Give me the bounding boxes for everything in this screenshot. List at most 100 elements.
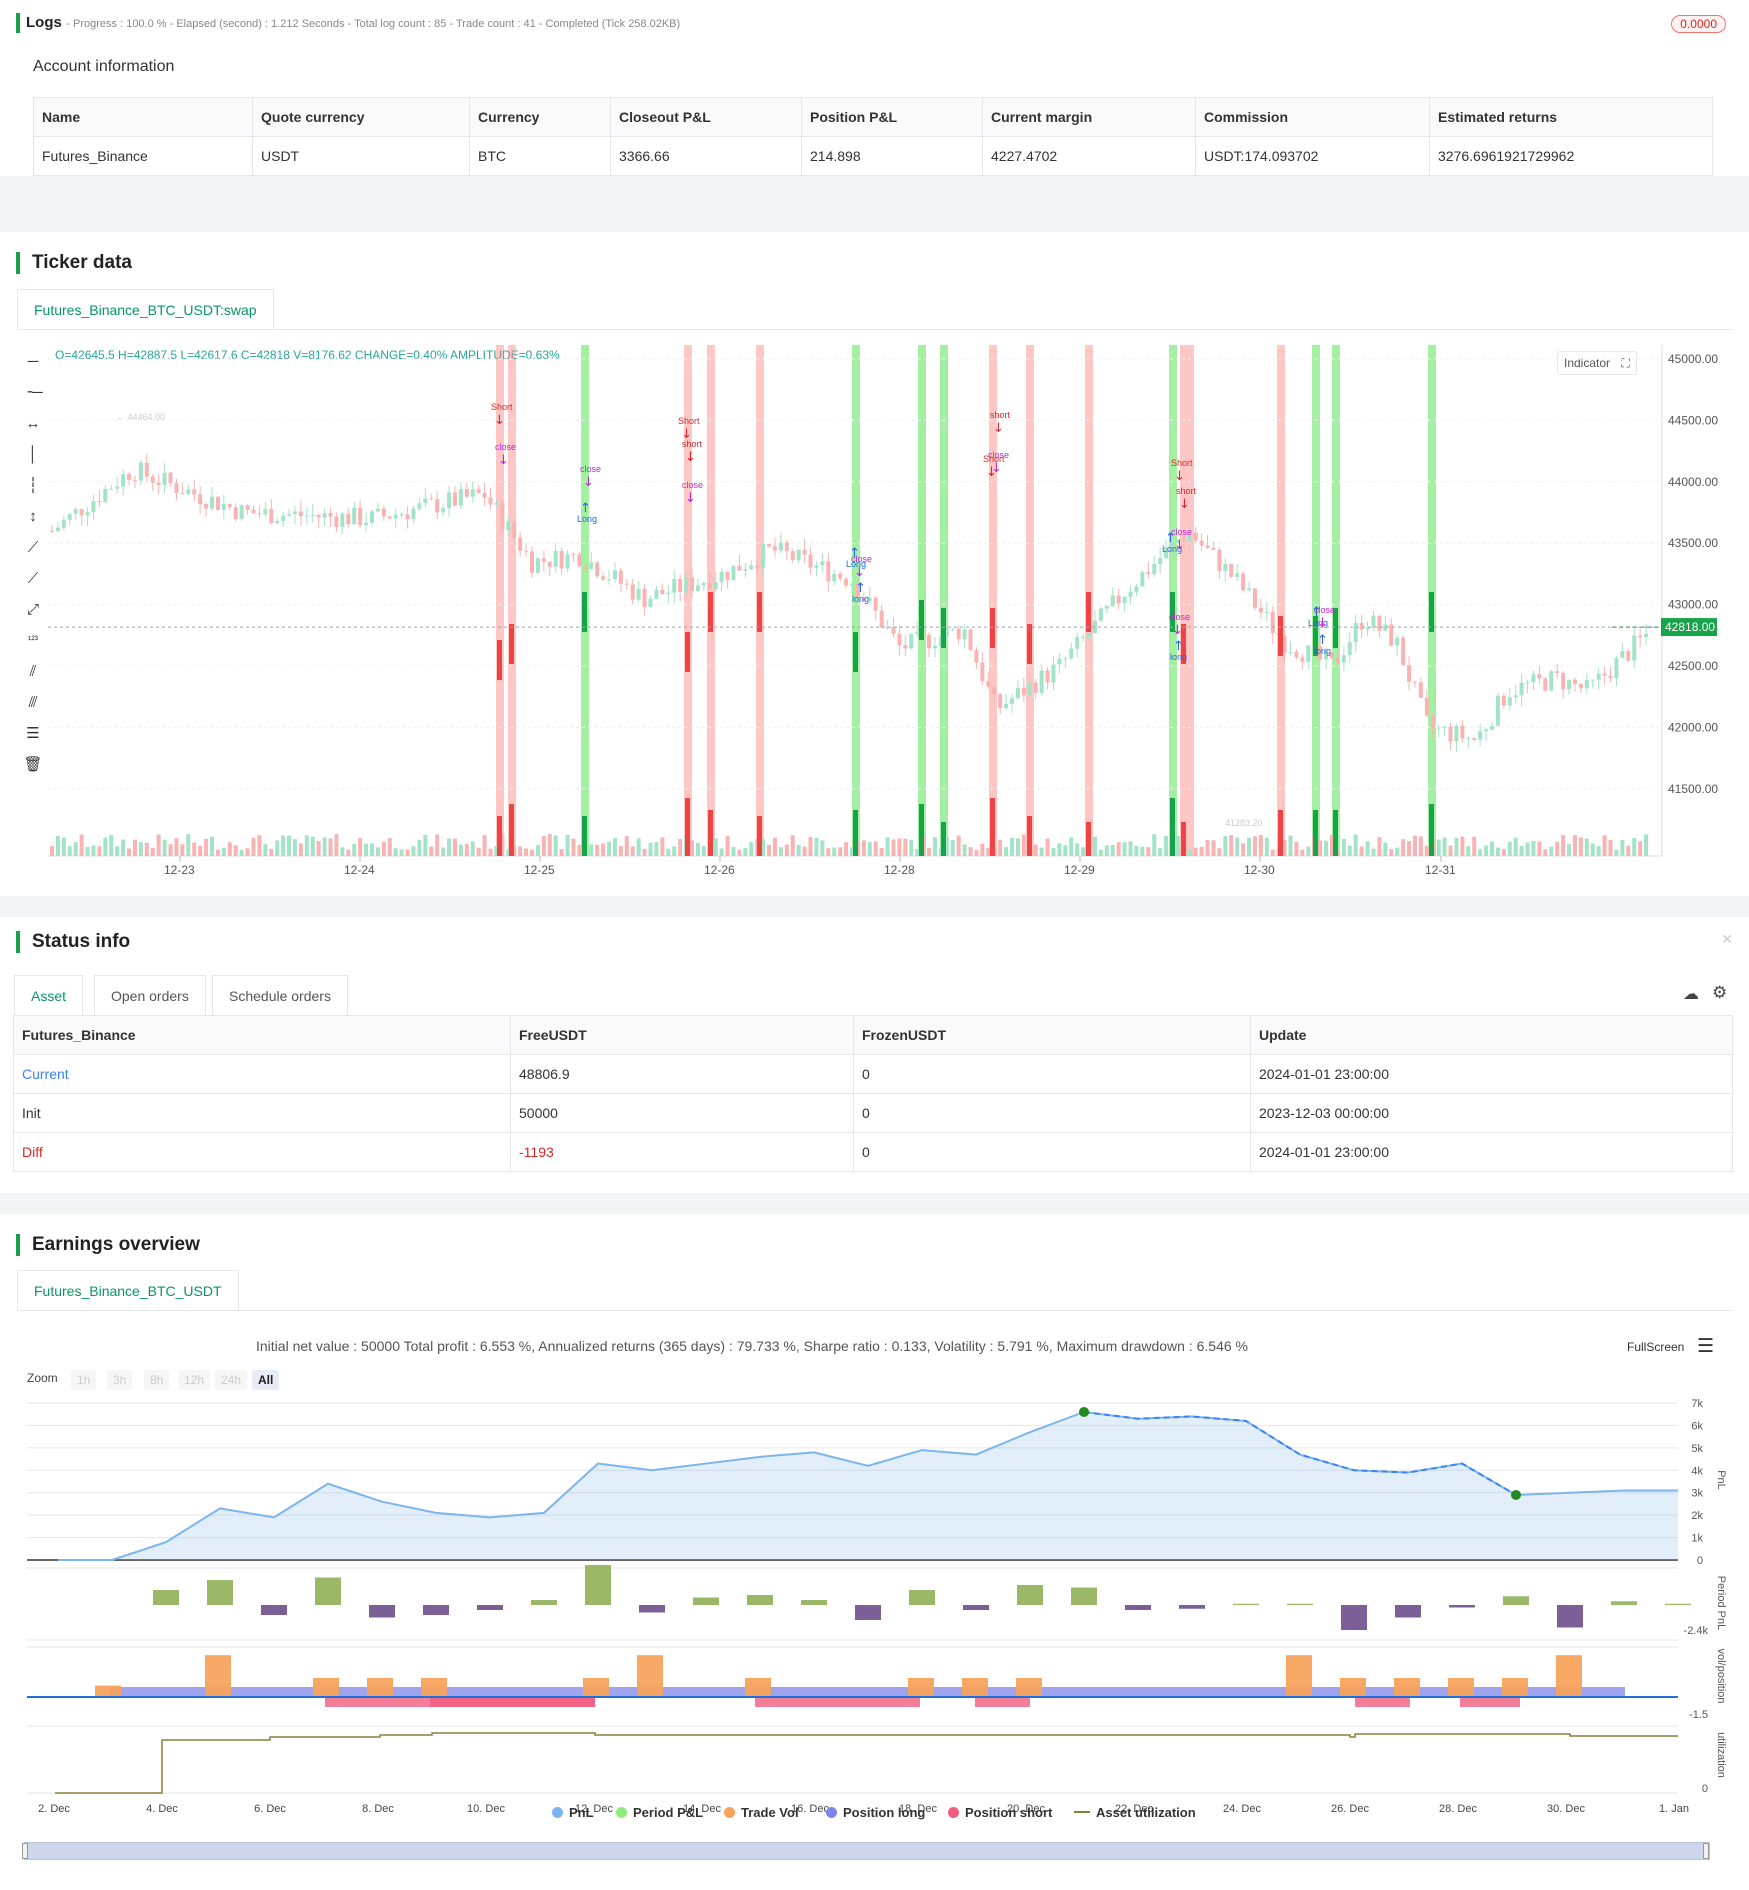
candle-body	[281, 515, 286, 522]
candle-body	[1602, 673, 1607, 676]
volume-bar	[1525, 842, 1530, 856]
volume-bar	[310, 836, 315, 856]
candle-body	[1158, 558, 1163, 564]
date-tick-label: 12-26	[704, 863, 735, 877]
candle-body	[1122, 596, 1127, 604]
navigator-bar[interactable]	[24, 1842, 1710, 1860]
candle-body	[399, 514, 404, 516]
ticker-section: Ticker data Futures_Binance_BTC_USDT:swa…	[0, 232, 1749, 896]
candle-body	[132, 479, 137, 481]
volume-bar	[1578, 837, 1583, 856]
candle-body	[1140, 572, 1145, 587]
signal-candle	[1027, 624, 1032, 664]
row-label-diff: Diff	[13, 1132, 511, 1172]
date-tick-label: 12-31	[1425, 863, 1456, 877]
zoom-all-button[interactable]: All	[252, 1370, 280, 1390]
tab-earnings-symbol[interactable]: Futures_Binance_BTC_USDT	[17, 1270, 239, 1310]
current-price-label: 42818.00	[1665, 620, 1715, 634]
legend-position-long[interactable]: Position long	[826, 1805, 925, 1820]
legend-trade-vol[interactable]: Trade Vol	[724, 1805, 799, 1820]
volume-bar	[861, 840, 866, 856]
zoom-24h-button[interactable]: 24h	[215, 1370, 248, 1390]
menu-icon[interactable]: ☰	[1697, 1335, 1714, 1358]
volume-bar	[245, 848, 250, 856]
volume-bar	[1300, 849, 1305, 856]
col-position-pnl: Position P&L	[801, 97, 983, 137]
zoom-8h-button[interactable]: 8h	[144, 1370, 170, 1390]
volume-bar	[767, 844, 772, 856]
cell-commission: USDT:174.093702	[1195, 136, 1430, 176]
fullscreen-button[interactable]: FullScreen	[1627, 1340, 1684, 1354]
candle-body	[559, 550, 564, 569]
volume-bar	[1531, 841, 1536, 856]
volume-bar	[743, 848, 748, 856]
upload-icon[interactable]: ☁	[1683, 984, 1699, 1004]
volume-bar	[352, 843, 357, 856]
trade-marker-label: Short	[1171, 458, 1193, 468]
volume-bar	[595, 844, 600, 856]
candle-body	[838, 573, 843, 579]
tab-schedule-orders[interactable]: Schedule orders	[212, 975, 348, 1015]
volume-bar	[1395, 847, 1400, 856]
cell-current-margin: 4227.4702	[982, 136, 1196, 176]
volume-bar	[1010, 837, 1014, 856]
row-label-current[interactable]: Current	[13, 1054, 511, 1094]
col-currency: Currency	[469, 97, 611, 137]
gear-icon[interactable]: ⚙	[1712, 983, 1727, 1003]
volume-bar	[1146, 847, 1151, 856]
zoom-12h-button[interactable]: 12h	[178, 1370, 211, 1390]
candle-body	[500, 503, 505, 530]
candlestick-chart[interactable]: 45000.00 44500.00 44000.00 43500.00 43000.00…	[0, 232, 1749, 896]
candle-body	[814, 565, 819, 568]
volume-bar	[1412, 835, 1417, 856]
legend-period-pnl[interactable]: Period P&L	[616, 1805, 703, 1820]
date-tick-label: 12-28	[884, 863, 915, 877]
tab-asset[interactable]: Asset	[14, 975, 84, 1015]
volume-bar	[1572, 835, 1577, 856]
signal-volume	[1333, 810, 1338, 856]
candle-body	[375, 508, 380, 512]
signal-volume	[685, 798, 690, 856]
candle-body	[1247, 588, 1252, 591]
legend-pnl[interactable]: PnL	[552, 1805, 594, 1820]
close-icon[interactable]: ✕	[1721, 931, 1733, 948]
volume-bar	[1205, 839, 1210, 856]
signal-candle	[941, 608, 946, 648]
volume-bar	[269, 848, 274, 856]
candle-body	[1531, 674, 1536, 683]
candle-body	[257, 513, 262, 515]
navigator-handle-left[interactable]	[22, 1843, 28, 1859]
tab-open-orders[interactable]: Open orders	[94, 975, 206, 1015]
account-header-row: Name Quote currency Currency Closeout P&…	[33, 97, 1713, 137]
signal-candle	[1086, 592, 1091, 632]
legend-asset-utilization[interactable]: Asset utilization	[1074, 1805, 1196, 1820]
volume-bar	[701, 846, 706, 856]
volume-bar	[624, 836, 629, 856]
signal-candle	[708, 592, 713, 632]
signal-band	[940, 345, 948, 856]
col-current-margin: Current margin	[982, 97, 1196, 137]
candle-body	[1258, 607, 1263, 613]
logs-progress: - Progress : 100.0 % - Elapsed (second) …	[66, 18, 681, 30]
legend-position-short[interactable]: Position short	[948, 1805, 1052, 1820]
candle-body	[1359, 622, 1364, 630]
candle-body	[932, 646, 937, 649]
legend-period-label: Period P&L	[633, 1805, 704, 1820]
cell-update: 2024-01-01 23:00:00	[1250, 1054, 1733, 1094]
candle-body	[844, 578, 849, 586]
volume-bar	[393, 848, 398, 856]
candle-body	[1614, 658, 1619, 679]
candle-body	[660, 589, 665, 595]
volume-bar	[1472, 836, 1477, 856]
candle-body	[1098, 608, 1103, 621]
zoom-1h-button[interactable]: 1h	[71, 1370, 97, 1390]
candle-body	[1377, 615, 1382, 631]
volume-bar	[986, 847, 991, 856]
candle-body	[547, 561, 552, 567]
volume-bar	[1584, 838, 1589, 856]
candle-body	[1229, 563, 1234, 577]
candle-body	[287, 514, 292, 516]
navigator-handle-right[interactable]	[1703, 1843, 1709, 1859]
zoom-3h-button[interactable]: 3h	[107, 1370, 133, 1390]
signal-volume	[757, 816, 762, 856]
